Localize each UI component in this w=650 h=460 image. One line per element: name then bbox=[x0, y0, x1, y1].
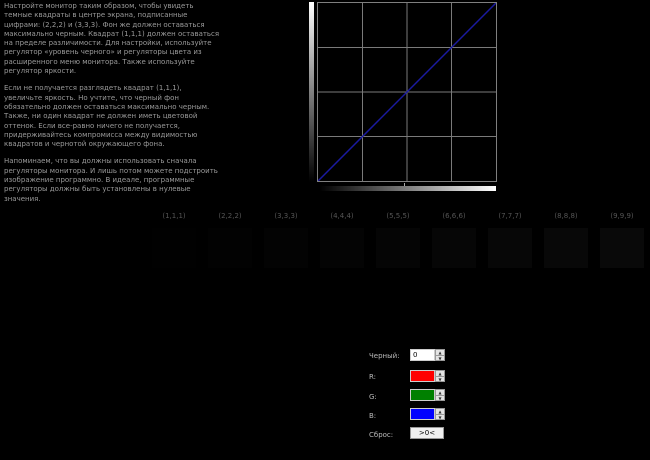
square-label-9: (9,9,9) bbox=[610, 212, 634, 220]
gray-square-7 bbox=[488, 228, 532, 268]
spin-down-icon[interactable]: ▼ bbox=[436, 415, 444, 420]
gray-square-8 bbox=[544, 228, 588, 268]
instructions-paragraph-1: Настройте монитор таким образом, чтобы у… bbox=[4, 2, 220, 76]
instructions-paragraph-3: Напоминаем, что вы должны использовать с… bbox=[4, 157, 218, 203]
square-label-6: (6,6,6) bbox=[442, 212, 466, 220]
gray-square-2 bbox=[208, 228, 252, 268]
blue-label: B: bbox=[369, 412, 377, 420]
gray-square-9 bbox=[600, 228, 644, 268]
instructions-paragraph-2: Если не получается разглядеть квадрат (1… bbox=[4, 84, 210, 149]
green-label: G: bbox=[369, 393, 377, 401]
black-level-input[interactable] bbox=[410, 349, 435, 361]
horizontal-gradient-bar bbox=[320, 186, 496, 191]
vertical-gradient-bar bbox=[309, 2, 314, 182]
gamma-curve-graph bbox=[317, 2, 497, 182]
black-level-spinner[interactable]: ▲ ▼ bbox=[435, 349, 445, 361]
square-label-5: (5,5,5) bbox=[386, 212, 410, 220]
green-color-field[interactable] bbox=[410, 389, 435, 401]
spin-down-icon[interactable]: ▼ bbox=[436, 356, 444, 361]
reset-label: Сброс: bbox=[369, 431, 394, 439]
blue-spinner[interactable]: ▲ ▼ bbox=[435, 408, 445, 420]
red-color-field[interactable] bbox=[410, 370, 435, 382]
square-label-3: (3,3,3) bbox=[274, 212, 298, 220]
green-spinner[interactable]: ▲ ▼ bbox=[435, 389, 445, 401]
spin-down-icon[interactable]: ▼ bbox=[436, 396, 444, 401]
gray-square-3 bbox=[264, 228, 308, 268]
square-label-4: (4,4,4) bbox=[330, 212, 354, 220]
red-spinner[interactable]: ▲ ▼ bbox=[435, 370, 445, 382]
reset-button[interactable]: >0< bbox=[410, 427, 444, 439]
square-label-1: (1,1,1) bbox=[162, 212, 186, 220]
gray-square-5 bbox=[376, 228, 420, 268]
gray-square-6 bbox=[432, 228, 476, 268]
gray-square-4 bbox=[320, 228, 364, 268]
red-label: R: bbox=[369, 373, 377, 381]
black-level-label: Черный: bbox=[369, 352, 400, 360]
square-label-2: (2,2,2) bbox=[218, 212, 242, 220]
gray-square-1 bbox=[152, 228, 196, 268]
square-label-7: (7,7,7) bbox=[498, 212, 522, 220]
spin-down-icon[interactable]: ▼ bbox=[436, 377, 444, 382]
blue-color-field[interactable] bbox=[410, 408, 435, 420]
instructions-text: Настройте монитор таким образом, чтобы у… bbox=[4, 2, 220, 212]
square-label-8: (8,8,8) bbox=[554, 212, 578, 220]
curve-svg bbox=[318, 3, 496, 181]
